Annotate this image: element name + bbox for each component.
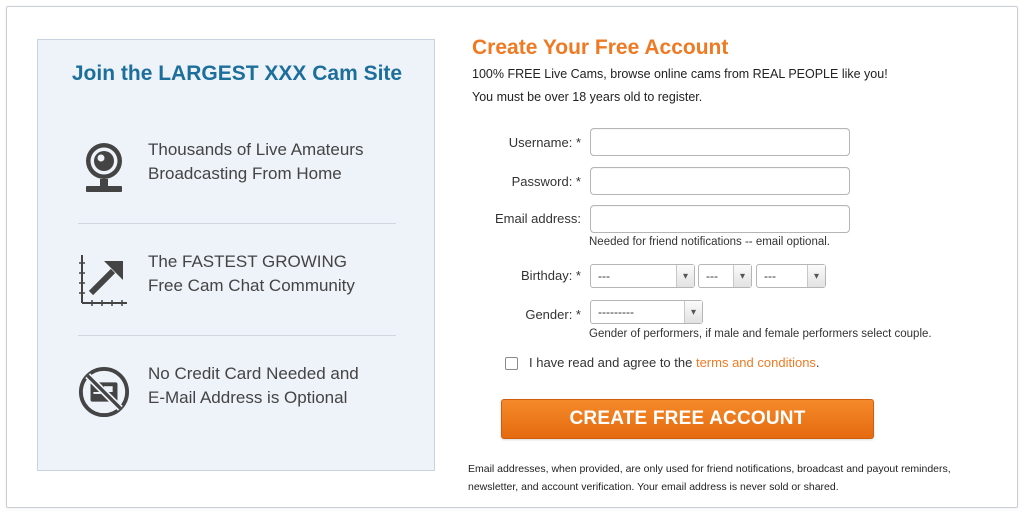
feature-divider [78,223,396,224]
select-value: --------- [598,305,634,319]
features-panel: Join the LARGEST XXX Cam Site Thousands … [37,39,435,471]
form-title: Create Your Free Account [472,36,729,59]
panel-title: Join the LARGEST XXX Cam Site [71,62,403,85]
chevron-down-icon: ▾ [684,301,702,323]
privacy-note: Email addresses, when provided, are only… [468,463,951,493]
username-input[interactable] [590,128,850,156]
chevron-down-icon: ▾ [807,265,825,287]
terms-text: I have read and agree to the [529,355,696,370]
gender-select[interactable]: --------- ▾ [590,300,703,324]
feature-text: The FASTEST GROWING Free Cam Chat Commun… [148,250,398,298]
birthday-month-select[interactable]: --- ▾ [590,264,695,288]
no-credit-card-icon [78,362,130,422]
password-input[interactable] [590,167,850,195]
intro-text: 100% FREE Live Cams, browse online cams … [472,67,888,81]
select-value: --- [764,269,776,283]
terms-agreement: I have read and agree to the terms and c… [529,355,820,370]
feature-line: Thousands of Live Amateurs [148,140,364,159]
email-input[interactable] [590,205,850,233]
terms-link[interactable]: terms and conditions [696,355,816,370]
feature-divider [78,335,396,336]
feature-text: Thousands of Live Amateurs Broadcasting … [148,138,398,186]
feature-line: Free Cam Chat Community [148,276,355,295]
terms-period: . [815,355,820,370]
gender-hint: Gender of performers, if male and female… [589,328,932,340]
feature-text: No Credit Card Needed and E-Mail Address… [148,362,398,410]
chevron-down-icon: ▾ [676,265,694,287]
password-label: Password: * [511,174,581,189]
gender-label: Gender: * [525,307,581,322]
chevron-down-icon: ▾ [733,265,751,287]
username-label: Username: * [508,135,581,150]
feature-fastest-growing: The FASTEST GROWING Free Cam Chat Commun… [78,250,398,362]
email-hint: Needed for friend notifications -- email… [589,236,830,248]
feature-no-credit-card: No Credit Card Needed and E-Mail Address… [78,362,398,474]
birthday-year-select[interactable]: --- ▾ [756,264,826,288]
create-account-button[interactable]: CREATE FREE ACCOUNT [501,399,874,439]
feature-line: Broadcasting From Home [148,164,342,183]
feature-line: No Credit Card Needed and [148,364,359,383]
select-value: --- [598,269,610,283]
feature-line: The FASTEST GROWING [148,252,347,271]
birthday-day-select[interactable]: --- ▾ [698,264,752,288]
age-requirement-text: You must be over 18 years old to registe… [472,90,703,104]
terms-checkbox[interactable] [505,357,518,370]
birthday-label: Birthday: * [521,268,581,283]
feature-live-amateurs: Thousands of Live Amateurs Broadcasting … [78,138,398,250]
growth-arrow-icon [78,250,130,310]
email-label: Email address: [495,211,581,226]
select-value: --- [706,269,718,283]
webcam-icon [78,138,130,198]
feature-line: E-Mail Address is Optional [148,388,348,407]
